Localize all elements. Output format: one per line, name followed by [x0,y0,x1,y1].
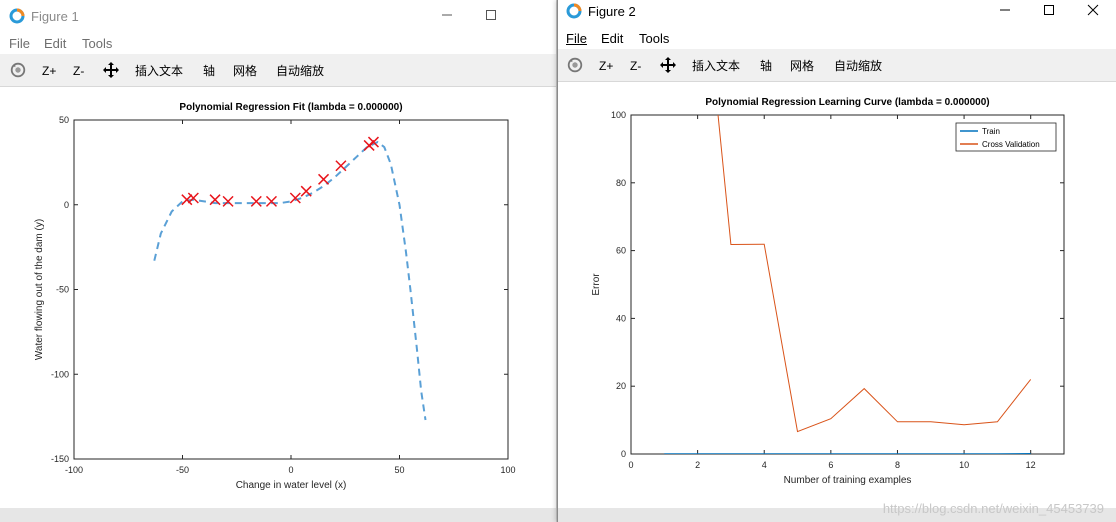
y-tick-label: 0 [621,449,626,459]
window-title: Figure 2 [588,4,636,19]
octave-app-icon [566,3,582,19]
menu-file[interactable]: File [566,31,587,46]
menu-bar: File Edit Tools [0,32,556,54]
close-icon [1087,4,1099,16]
status-bar [0,508,556,522]
insert-text-button[interactable]: 插入文本 [135,62,183,80]
x-axis-label: Change in water level (x) [236,480,347,491]
y-tick-label: 60 [616,246,626,256]
legend-label: Cross Validation [982,140,1040,149]
plot-area [73,119,509,460]
menu-edit[interactable]: Edit [44,36,66,51]
x-tick-label: 4 [762,460,767,470]
y-tick-label: 0 [64,200,69,210]
octave-app-icon [9,8,25,24]
x-axis-label: Number of training examples [784,475,912,486]
x-tick-label: -100 [65,465,83,475]
maximize-icon [486,10,496,20]
minimize-icon [1000,9,1010,11]
chart-1: -100 -50 0 50 100-150-100-50050Polynomial Re… [34,102,516,491]
legend-label: Train [982,127,1000,136]
toolbar: Z+ Z- 插入文本 轴 网格 自动缩放 [0,55,556,87]
minimize-button[interactable] [425,0,469,30]
y-tick-label: 80 [616,178,626,188]
y-axis-label: Error [591,273,602,296]
rotate-3d-icon[interactable] [8,61,28,79]
x-tick-label: 12 [1026,460,1036,470]
minimize-icon [442,14,452,16]
y-tick-label: -100 [51,369,69,379]
grid-button[interactable]: 网格 [790,57,814,75]
maximize-button[interactable] [469,0,513,30]
insert-text-button[interactable]: 插入文本 [692,57,740,75]
chart-title: Polynomial Regression Learning Curve (la… [705,97,989,108]
y-tick-label: 40 [616,313,626,323]
rotate-3d-icon[interactable] [565,56,585,74]
pan-icon[interactable] [102,61,120,79]
zoom-in-button[interactable]: Z+ [599,57,613,75]
figure-2-window[interactable]: Figure 2 File Edit Tools Z+ Z- 插入文本 轴 网格… [557,0,1116,522]
menu-bar: File Edit Tools [558,27,1116,49]
menu-file[interactable]: File [9,36,30,51]
x-tick-label: 0 [288,465,293,475]
y-tick-label: 100 [611,110,626,120]
maximize-button[interactable] [1027,0,1071,25]
window-title: Figure 1 [31,9,79,24]
close-button[interactable] [1071,0,1115,25]
y-tick-label: 50 [59,115,69,125]
title-bar[interactable]: Figure 1 [0,0,556,32]
x-tick-label: -50 [176,465,189,475]
menu-tools[interactable]: Tools [82,36,112,51]
y-axis-label: Water flowing out of the dam (y) [34,219,45,360]
y-tick-label: -50 [56,285,69,295]
chart-2: 0 2 4 6 8 10 12 0 20 40 60 80 100 Polynomial Regressi… [591,97,1065,486]
y-tick-label: -150 [51,454,69,464]
figure-canvas[interactable]: 0 2 4 6 8 10 12 0 20 40 60 80 100 Polynomial Regressi… [558,82,1116,508]
autoscale-button[interactable]: 自动缩放 [834,57,882,75]
y-tick-label: 20 [616,381,626,391]
maximize-icon [1044,5,1054,15]
x-tick-label: 10 [959,460,969,470]
x-tick-label: 6 [828,460,833,470]
zoom-out-button[interactable]: Z- [73,62,84,80]
figure-canvas[interactable]: -100 -50 0 50 100 -150 -100 -50 0 50 Polynomial Re… [0,87,556,508]
watermark-text: https://blog.csdn.net/weixin_45453739 [882,501,1104,516]
x-tick-label: 50 [394,465,404,475]
x-tick-label: 2 [695,460,700,470]
x-tick-label: 0 [628,460,633,470]
x-tick-label: 100 [500,465,515,475]
menu-edit[interactable]: Edit [601,31,623,46]
zoom-out-button[interactable]: Z- [630,57,641,75]
autoscale-button[interactable]: 自动缩放 [276,62,324,80]
axis-button[interactable]: 轴 [760,57,772,75]
x-tick-label: 8 [895,460,900,470]
zoom-in-button[interactable]: Z+ [42,62,56,80]
chart-title: Polynomial Regression Fit (lambda = 0.00… [179,102,402,113]
toolbar: Z+ Z- 插入文本 轴 网格 自动缩放 [558,50,1116,82]
grid-button[interactable]: 网格 [233,62,257,80]
pan-icon[interactable] [659,56,677,74]
minimize-button[interactable] [983,0,1027,25]
menu-tools[interactable]: Tools [639,31,669,46]
figure-1-window[interactable]: Figure 1 File Edit Tools Z+ Z- 插入文本 轴 网格… [0,0,557,522]
legend: Train Cross Validation [955,122,1057,152]
axis-button[interactable]: 轴 [203,62,215,80]
